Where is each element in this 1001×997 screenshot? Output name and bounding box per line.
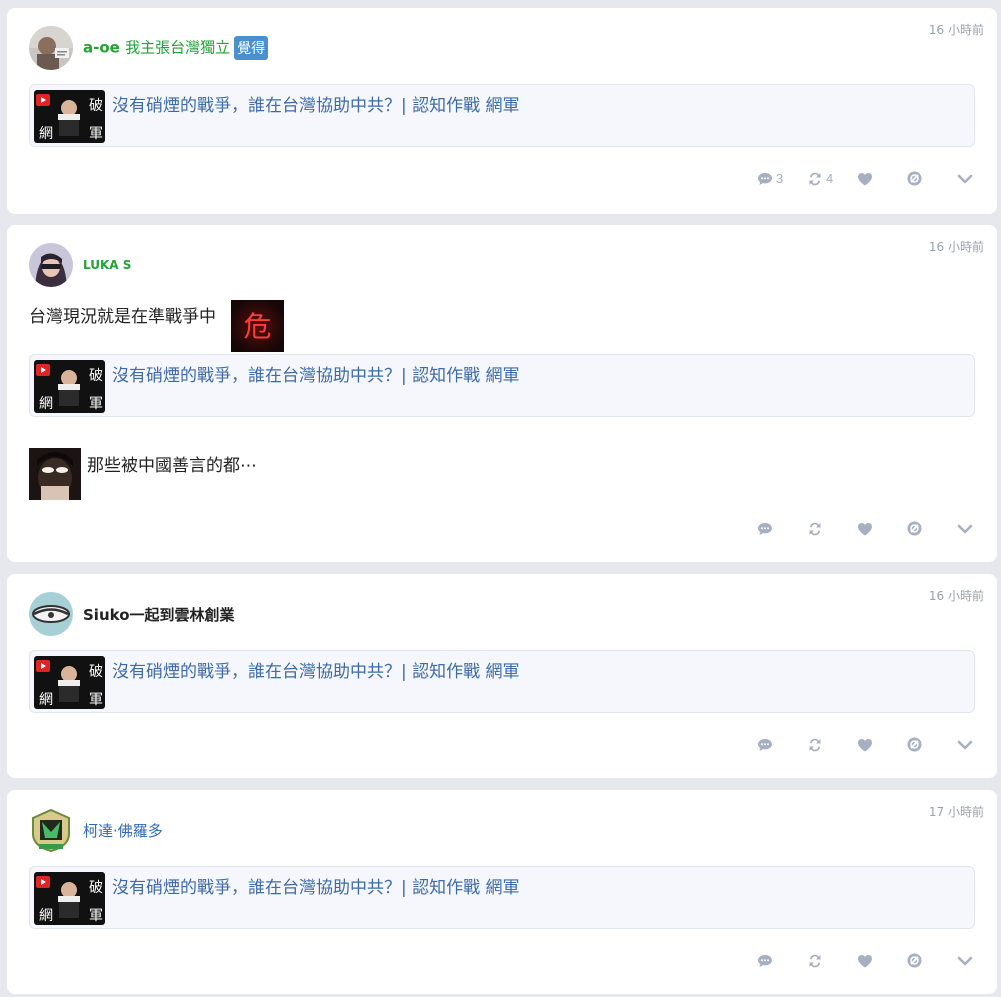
link-preview[interactable]: 破 網 軍 沒有硝煙的戰爭，誰在台灣協助中共？| 認知作戰 網軍 [29,84,975,147]
thumb-char: 軍 [89,396,103,412]
author-name: Siuko一起到雲林創業 [83,605,235,624]
face-sticker [29,448,81,500]
post-card: 16 小時前 Siuko一起到雲林創業 破 網 軍 沒有硝煙的戰爭，誰在台灣協助… [7,574,997,778]
post-card: 17 小時前 柯達·佛羅多 破 網 軍 沒有硝煙的戰爭，誰在台灣協助中共？| 認… [7,790,997,994]
more-button[interactable] [957,173,975,185]
comment-icon [757,954,773,968]
block-button[interactable] [907,171,957,186]
avatar[interactable] [29,26,73,70]
author-name: a-oe 我主張台灣獨立 覺得 [83,36,269,60]
post-time[interactable]: 16 小時前 [929,587,984,604]
heart-icon [857,172,873,186]
heart-icon [857,522,873,536]
like-button[interactable] [857,522,907,536]
post-time[interactable]: 17 小時前 [929,803,984,820]
block-icon [907,737,922,752]
chevron-down-icon [957,739,973,751]
link-thumbnail: 破 網 軍 [34,360,105,413]
link-preview[interactable]: 破 網 軍 沒有硝煙的戰爭，誰在台灣協助中共？| 認知作戰 網軍 [29,354,975,417]
post-author[interactable]: 柯達·佛羅多 [29,808,163,852]
repost-count: 4 [826,171,834,186]
thumb-char: 軍 [89,908,103,924]
post-author[interactable]: a-oe 我主張台灣獨立 覺得 [29,26,269,70]
thumb-char: 網 [39,126,53,142]
thumb-char: 軍 [89,126,103,142]
link-thumbnail: 破 網 軍 [34,90,105,143]
avatar[interactable] [29,592,73,636]
link-title[interactable]: 沒有硝煙的戰爭，誰在台灣協助中共？| 認知作戰 網軍 [112,361,520,386]
comment-icon [757,172,773,186]
post-time[interactable]: 16 小時前 [929,238,984,255]
author-tagline: 我主張台灣獨立 [125,38,231,57]
repost-button[interactable] [807,522,857,536]
thumb-char: 破 [89,880,103,896]
author-name: LUKA S [83,258,132,272]
author-name: 柯達·佛羅多 [83,821,163,840]
heart-icon [857,738,873,752]
post-actions [757,737,975,752]
thumb-char: 網 [39,692,53,708]
post-actions: 3 4 [757,171,975,186]
repost-icon [807,522,823,536]
block-icon [907,521,922,536]
chevron-down-icon [957,955,973,967]
link-title[interactable]: 沒有硝煙的戰爭，誰在台灣協助中共？| 認知作戰 網軍 [112,657,520,682]
comment-icon [757,522,773,536]
post-actions [757,521,975,536]
repost-button[interactable] [807,954,857,968]
thumb-char: 網 [39,396,53,412]
avatar[interactable] [29,243,73,287]
reply-button[interactable] [757,738,807,752]
link-title[interactable]: 沒有硝煙的戰爭，誰在台灣協助中共？| 認知作戰 網軍 [112,91,520,116]
avatar[interactable] [29,808,73,852]
link-preview[interactable]: 破 網 軍 沒有硝煙的戰爭，誰在台灣協助中共？| 認知作戰 網軍 [29,650,975,713]
block-icon [907,171,922,186]
post-card: 16 小時前 a-oe 我主張台灣獨立 覺得 破 網 軍 沒有硝煙的戰爭，誰在台… [7,8,997,214]
post-author[interactable]: Siuko一起到雲林創業 [29,592,235,636]
reply-button[interactable]: 3 [757,171,807,186]
link-title[interactable]: 沒有硝煙的戰爭，誰在台灣協助中共？| 認知作戰 網軍 [112,873,520,898]
chevron-down-icon [957,173,973,185]
link-thumbnail: 破 網 軍 [34,656,105,709]
block-icon [907,953,922,968]
link-thumbnail: 破 網 軍 [34,872,105,925]
thumb-char: 破 [89,98,103,114]
block-button[interactable] [907,737,957,752]
repost-button[interactable] [807,738,857,752]
thumb-char: 網 [39,908,53,924]
heart-icon [857,954,873,968]
author-handle: a-oe [83,38,120,57]
post-text: 台灣現況就是在準戰爭中 [29,307,216,327]
more-button[interactable] [957,739,975,751]
post-actions [757,953,975,968]
danger-sticker: 危 [231,300,284,352]
chevron-down-icon [957,523,973,535]
thumb-char: 軍 [89,692,103,708]
post-author[interactable]: LUKA S [29,243,131,287]
reply-button[interactable] [757,522,807,536]
sticker-char: 危 [243,310,271,343]
comment-icon [757,738,773,752]
repost-icon [807,738,823,752]
like-button[interactable] [857,738,907,752]
more-button[interactable] [957,523,975,535]
thumb-char: 破 [89,664,103,680]
block-button[interactable] [907,521,957,536]
repost-icon [807,954,823,968]
repost-button[interactable]: 4 [807,171,857,186]
author-badge: 覺得 [234,36,269,60]
link-preview[interactable]: 破 網 軍 沒有硝煙的戰爭，誰在台灣協助中共？| 認知作戰 網軍 [29,866,975,929]
post-extra-text: 那些被中國善言的都⋯ [87,456,257,476]
thumb-char: 破 [89,368,103,384]
like-button[interactable] [857,954,907,968]
reply-count: 3 [776,171,784,186]
block-button[interactable] [907,953,957,968]
more-button[interactable] [957,955,975,967]
repost-icon [807,172,823,186]
post-time[interactable]: 16 小時前 [929,21,984,38]
post-card: 16 小時前 LUKA S 台灣現況就是在準戰爭中 危 破 網 軍 沒有硝煙的戰… [7,225,997,562]
like-button[interactable] [857,172,907,186]
reply-button[interactable] [757,954,807,968]
